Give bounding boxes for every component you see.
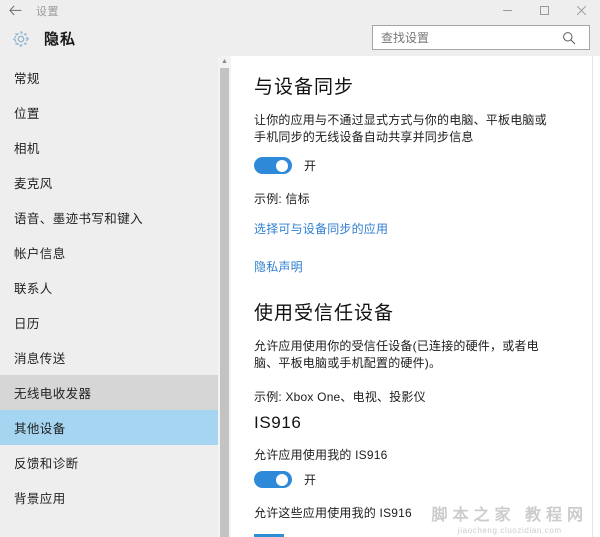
- sidebar-item-calendar[interactable]: 日历: [0, 305, 231, 340]
- sync-section-title: 与设备同步: [254, 77, 355, 98]
- sidebar-item-microphone[interactable]: 麦克风: [0, 165, 231, 200]
- sidebar-item-label: 无线电收发器: [14, 387, 92, 401]
- sidebar-item-label: 其他设备: [14, 422, 66, 436]
- sync-toggle-row: 开: [254, 157, 600, 174]
- maximize-button[interactable]: [526, 0, 563, 21]
- scroll-up-arrow-icon[interactable]: ▲: [218, 56, 231, 67]
- search-box[interactable]: [372, 25, 590, 50]
- sidebar-item-label: 帐户信息: [14, 247, 66, 261]
- sync-toggle[interactable]: [254, 157, 292, 174]
- sidebar-item-label: 消息传送: [14, 352, 66, 366]
- page-title: 隐私: [44, 31, 77, 48]
- sidebar-item-camera[interactable]: 相机: [0, 130, 231, 165]
- search-icon[interactable]: [555, 31, 583, 45]
- allow-apps-label: 允许应用使用我的 IS916: [254, 448, 388, 462]
- close-button[interactable]: [563, 0, 600, 21]
- device-name-heading: IS916: [254, 413, 302, 432]
- title-bar: 设置: [0, 0, 600, 21]
- toggle-knob: [276, 159, 288, 172]
- sync-section-description: 让你的应用与不通过显式方式与你的电脑、平板电脑或手机同步的无线设备自动共享并同步…: [254, 113, 547, 144]
- sidebar-item-label: 反馈和诊断: [14, 457, 79, 471]
- sidebar-scrollbar-thumb[interactable]: [220, 68, 229, 537]
- sidebar-item-background-apps[interactable]: 背景应用: [0, 480, 231, 515]
- sidebar-item-account-info[interactable]: 帐户信息: [0, 235, 231, 270]
- trusted-section-title: 使用受信任设备: [254, 303, 395, 324]
- search-input[interactable]: [373, 26, 555, 49]
- sidebar-item-contacts[interactable]: 联系人: [0, 270, 231, 305]
- privacy-statement-link[interactable]: 隐私声明: [254, 258, 303, 275]
- sidebar-item-label: 语音、墨迹书写和键入: [14, 212, 144, 226]
- window-controls: [489, 0, 600, 21]
- window-title: 设置: [36, 5, 59, 18]
- sidebar-item-location[interactable]: 位置: [0, 95, 231, 130]
- content-scroll-divider: [592, 56, 593, 537]
- sidebar-item-label: 日历: [14, 317, 40, 331]
- sidebar-item-messaging[interactable]: 消息传送: [0, 340, 231, 375]
- page-header: 隐私: [0, 21, 600, 56]
- sidebar-item-label: 相机: [14, 142, 40, 156]
- allow-apps-toggle-label: 开: [304, 473, 317, 487]
- sidebar-item-label: 位置: [14, 107, 40, 121]
- sidebar-item-other-devices[interactable]: 其他设备: [0, 410, 231, 445]
- window-body: 常规 位置 相机 麦克风 语音、墨迹书写和键入 帐户信息 联系人 日历 消息传送…: [0, 56, 600, 537]
- sidebar-item-label: 常规: [14, 72, 40, 86]
- trusted-section-description: 允许应用使用你的受信任设备(已连接的硬件，或者电脑、平板电脑或手机配置的硬件)。: [254, 339, 539, 370]
- allow-apps-toggle[interactable]: [254, 471, 292, 488]
- sidebar-item-feedback-diagnostics[interactable]: 反馈和诊断: [0, 445, 231, 480]
- gear-icon: [4, 29, 38, 49]
- minimize-button[interactable]: [489, 0, 526, 21]
- back-arrow-icon[interactable]: [0, 0, 30, 21]
- sidebar-scrollbar[interactable]: ▲: [218, 56, 231, 537]
- sidebar-item-label: 麦克风: [14, 177, 53, 191]
- sidebar-item-label: 背景应用: [14, 492, 66, 506]
- settings-sidebar: 常规 位置 相机 麦克风 语音、墨迹书写和键入 帐户信息 联系人 日历 消息传送…: [0, 56, 231, 537]
- settings-window: 设置 隐私 查找设置 常规 位置 相机 麦克风 语音、墨迹书写和键入 帐户信息 …: [0, 0, 600, 537]
- sidebar-item-speech-inking-typing[interactable]: 语音、墨迹书写和键入: [0, 200, 231, 235]
- choose-sync-apps-link[interactable]: 选择可与设备同步的应用: [254, 220, 388, 237]
- apps-list-label: 允许这些应用使用我的 IS916: [254, 506, 412, 520]
- sidebar-item-label: 联系人: [14, 282, 53, 296]
- toggle-knob: [276, 473, 288, 486]
- sidebar-nav-list: 常规 位置 相机 麦克风 语音、墨迹书写和键入 帐户信息 联系人 日历 消息传送…: [0, 56, 231, 515]
- sidebar-item-radios[interactable]: 无线电收发器: [0, 375, 231, 410]
- sidebar-item-general[interactable]: 常规: [0, 60, 231, 95]
- allow-apps-toggle-row: 开: [254, 471, 600, 488]
- settings-content: 与设备同步 让你的应用与不通过显式方式与你的电脑、平板电脑或手机同步的无线设备自…: [231, 56, 600, 537]
- sync-toggle-label: 开: [304, 159, 317, 173]
- sync-example-text: 示例: 信标: [254, 192, 310, 206]
- trusted-example-text: 示例: Xbox One、电视、投影仪: [254, 390, 426, 404]
